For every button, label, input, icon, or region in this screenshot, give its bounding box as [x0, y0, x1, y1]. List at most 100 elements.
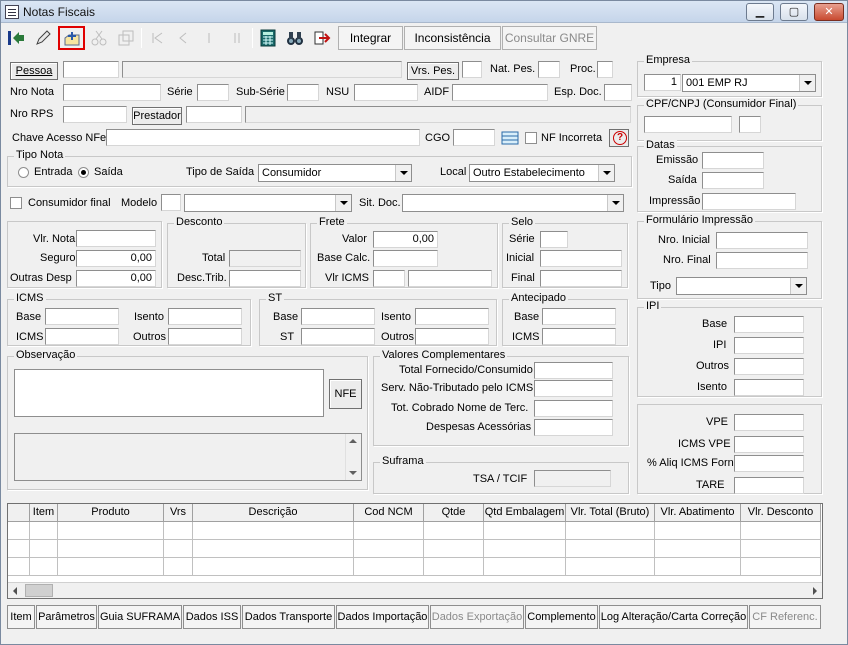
- tab-dados-exportacao[interactable]: Dados Exportação: [430, 605, 524, 629]
- modelo-input[interactable]: [161, 194, 181, 211]
- st-st-input[interactable]: [301, 328, 375, 345]
- tab-complemento[interactable]: Complemento: [525, 605, 598, 629]
- nro-rps-input[interactable]: [63, 106, 127, 123]
- base-calc-input[interactable]: [373, 250, 438, 267]
- antecipado-base-input[interactable]: [542, 308, 616, 325]
- selo-final-input[interactable]: [540, 270, 622, 287]
- nsu-input[interactable]: [354, 84, 418, 101]
- sit-doc-select[interactable]: [402, 194, 624, 212]
- copy-button[interactable]: [114, 26, 138, 50]
- icms-vpe-input[interactable]: [734, 436, 804, 453]
- previous-record-button[interactable]: [171, 26, 195, 50]
- icms-icms-input[interactable]: [45, 328, 119, 345]
- grid-header-item[interactable]: Item: [30, 504, 58, 522]
- vpe-input[interactable]: [734, 414, 804, 431]
- add-document-button[interactable]: [58, 26, 85, 50]
- tare-input[interactable]: [734, 477, 804, 494]
- entrada-radio[interactable]: [18, 167, 29, 178]
- tab-parametros[interactable]: Parâmetros: [36, 605, 97, 629]
- st-outros-input[interactable]: [415, 328, 489, 345]
- next-record-button[interactable]: [197, 26, 221, 50]
- scroll-thumb[interactable]: [25, 584, 53, 597]
- despesas-acessorias-input[interactable]: [534, 419, 613, 436]
- proc-input[interactable]: [597, 61, 613, 78]
- seguro-input[interactable]: 0,00: [76, 250, 156, 267]
- icms-base-input[interactable]: [45, 308, 119, 325]
- total-fornecido-input[interactable]: [534, 362, 613, 379]
- grid-header-qtde[interactable]: Qtde: [424, 504, 484, 522]
- desc-trib-input[interactable]: [229, 270, 301, 287]
- grid-header-vlr-abatimento[interactable]: Vlr. Abatimento: [655, 504, 741, 522]
- tab-guia-suframa[interactable]: Guia SUFRAMA: [98, 605, 182, 629]
- tab-cf-referenc[interactable]: CF Referenc.: [749, 605, 821, 629]
- tipo-select[interactable]: [676, 277, 807, 295]
- table-row[interactable]: [8, 522, 30, 540]
- help-button[interactable]: [609, 129, 629, 147]
- grid-header-descricao[interactable]: Descrição: [193, 504, 354, 522]
- search-button[interactable]: [283, 26, 307, 50]
- icms-isento-input[interactable]: [168, 308, 242, 325]
- nro-final-input[interactable]: [716, 252, 808, 269]
- tipo-saida-select[interactable]: Consumidor: [258, 164, 412, 182]
- tab-dados-transporte[interactable]: Dados Transporte: [242, 605, 335, 629]
- first-record-button[interactable]: [145, 26, 169, 50]
- icms-outros-input[interactable]: [168, 328, 242, 345]
- consultar-gnre-button[interactable]: Consultar GNRE: [502, 26, 597, 50]
- pessoa-button[interactable]: Pessoa: [10, 62, 58, 80]
- prestador-code-input[interactable]: [186, 106, 242, 123]
- grid-header-vlr-desconto[interactable]: Vlr. Desconto: [741, 504, 821, 522]
- export-button[interactable]: [310, 26, 334, 50]
- cgo-lookup-button[interactable]: [500, 129, 520, 147]
- inconsistencia-button[interactable]: Inconsistência: [404, 26, 501, 50]
- vlr-icms-aliq-input[interactable]: [373, 270, 405, 287]
- cut-button[interactable]: [87, 26, 111, 50]
- vlr-nota-input[interactable]: [76, 230, 156, 247]
- nro-inicial-input[interactable]: [716, 232, 808, 249]
- items-grid[interactable]: Item Produto Vrs Descrição Cod NCM Qtde …: [7, 503, 823, 599]
- saida-radio[interactable]: [78, 167, 89, 178]
- tab-dados-iss[interactable]: Dados ISS: [183, 605, 241, 629]
- cpf-cnpj-input[interactable]: [644, 116, 732, 133]
- prestador-button[interactable]: Prestador: [132, 107, 182, 125]
- grid-header-qtd-embalagem[interactable]: Qtd Embalagem: [484, 504, 566, 522]
- pessoa-code-input[interactable]: [63, 61, 119, 78]
- vrs-pes-input[interactable]: [462, 61, 482, 78]
- empresa-code-input[interactable]: 1: [644, 74, 681, 91]
- grid-header-cod-ncm[interactable]: Cod NCM: [354, 504, 424, 522]
- maximize-button[interactable]: ▢: [780, 3, 808, 21]
- observacao-nfe-textarea[interactable]: [14, 433, 362, 481]
- last-record-button[interactable]: [225, 26, 249, 50]
- sub-serie-input[interactable]: [287, 84, 319, 101]
- serie-input[interactable]: [197, 84, 229, 101]
- exit-button[interactable]: [4, 26, 28, 50]
- nat-pes-input[interactable]: [538, 61, 560, 78]
- nro-nota-input[interactable]: [63, 84, 161, 101]
- grid-header-vrs[interactable]: Vrs: [164, 504, 193, 522]
- ipi-isento-input[interactable]: [734, 379, 804, 396]
- ipi-outros-input[interactable]: [734, 358, 804, 375]
- tab-item[interactable]: Item: [7, 605, 35, 629]
- outras-desp-input[interactable]: 0,00: [76, 270, 156, 287]
- aidf-input[interactable]: [452, 84, 548, 101]
- st-isento-input[interactable]: [415, 308, 489, 325]
- vlr-icms-input[interactable]: [408, 270, 492, 287]
- serv-nao-tributado-input[interactable]: [534, 380, 613, 397]
- aliq-icms-forn-input[interactable]: [734, 455, 804, 472]
- emissao-input[interactable]: [702, 152, 764, 169]
- edit-button[interactable]: [31, 26, 55, 50]
- selo-inicial-input[interactable]: [540, 250, 622, 267]
- calculator-button[interactable]: [256, 26, 280, 50]
- saida-input[interactable]: [702, 172, 764, 189]
- horizontal-scrollbar[interactable]: [8, 582, 822, 598]
- minimize-button[interactable]: ▁: [746, 3, 774, 21]
- ipi-ipi-input[interactable]: [734, 337, 804, 354]
- cpf-cnpj-digit-input[interactable]: [739, 116, 761, 133]
- empresa-select[interactable]: 001 EMP RJ: [682, 74, 816, 92]
- modelo-select[interactable]: [184, 194, 352, 212]
- grid-header-produto[interactable]: Produto: [58, 504, 164, 522]
- grid-header-vlr-total[interactable]: Vlr. Total (Bruto): [566, 504, 655, 522]
- impressao-input[interactable]: [702, 193, 796, 210]
- st-base-input[interactable]: [301, 308, 375, 325]
- frete-valor-input[interactable]: 0,00: [373, 231, 438, 248]
- consumidor-final-checkbox[interactable]: [10, 197, 22, 209]
